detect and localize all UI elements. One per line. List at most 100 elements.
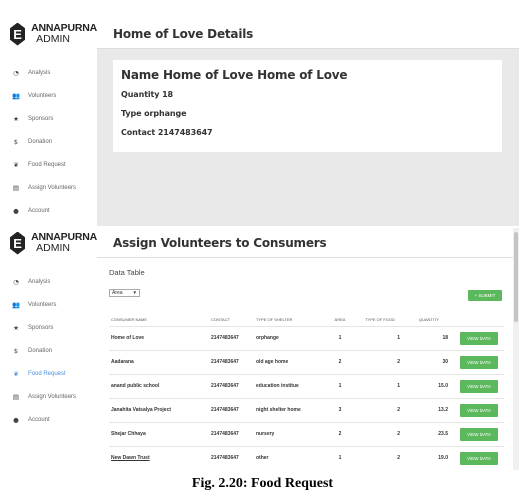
- table-cell: orphange: [254, 325, 324, 350]
- table-cell: Home of Love: [109, 325, 209, 350]
- user-icon: ●: [13, 415, 19, 424]
- table-cell: 1: [324, 325, 354, 350]
- table-cell: other: [254, 445, 324, 470]
- view-data-button[interactable]: VIEW DATA: [460, 451, 498, 465]
- table-cell: VIEW DATA: [452, 445, 504, 470]
- nav-list: ◔ Analysis 👥 Volunteers ★ Sponsors $ Donation ❦ F…: [5, 270, 97, 431]
- sidebar-item-label: Account: [28, 207, 50, 214]
- sidebar-item-label: Analysis: [28, 69, 51, 76]
- table-row: New Dawn Trust 2147483647 other 1 2 19.0 VIEW …: [109, 445, 504, 470]
- figure-caption: Fig. 2.20: Food Request: [191, 476, 334, 491]
- table-row: anand public school 2147483647 education i…: [109, 373, 504, 398]
- page-title: Assign Volunteers to Consumers: [113, 235, 327, 250]
- table-cell: Janahita Vatsalya Project: [109, 397, 209, 422]
- sidebar-item-analysis[interactable]: ◔ Analysis: [5, 270, 97, 293]
- sidebar-item-account[interactable]: ● Account: [5, 408, 97, 431]
- table-cell: 2: [354, 397, 404, 422]
- sidebar-item-label: Analysis: [28, 278, 51, 285]
- table-cell: VIEW DATA: [452, 349, 504, 374]
- brand-subtitle: ADMIN: [36, 242, 70, 254]
- table-cell: 2147483647: [209, 373, 254, 398]
- leaf-icon: ❦: [13, 160, 19, 169]
- detail-quantity: Quantity 18: [121, 90, 174, 99]
- sidebar-item-label: Donation: [28, 347, 53, 354]
- table-cell: education institue: [254, 373, 324, 398]
- table-cell: anand public school: [109, 373, 209, 398]
- scrollbar[interactable]: [513, 228, 519, 470]
- table-cell: 2: [354, 445, 404, 470]
- table-cell: New Dawn Trust: [109, 445, 209, 470]
- star-icon: ★: [13, 323, 19, 332]
- table-cell: 2: [354, 421, 404, 446]
- sidebar-item-label: Assign Volunteers: [28, 393, 77, 400]
- table-cell: 2147483647: [209, 325, 254, 350]
- assign-volunteers-screen: E ANNAPURNA ADMIN ◔ Analysis 👥 Volunteers ★ S…: [5, 228, 519, 470]
- table-cell: Shejar Chhaya: [109, 421, 209, 446]
- view-data-button[interactable]: VIEW DATA: [460, 331, 498, 345]
- sidebar-item-assign-volunteers[interactable]: ▤ Assign Volunteers: [5, 176, 97, 199]
- table-cell: 2: [324, 349, 354, 374]
- table-cell: old age home: [254, 349, 324, 374]
- nav-list: ◔ Analysis 👥 Volunteers ★ Sponsors $ Donation ❦ F…: [5, 61, 97, 222]
- column-header: TYPE OF FOOD: [365, 317, 395, 323]
- page-title: Home of Love Details: [113, 26, 254, 41]
- sidebar-item-label: Account: [28, 416, 50, 423]
- sidebar-item-volunteers[interactable]: 👥 Volunteers: [5, 84, 97, 107]
- dashboard-icon: ◔: [13, 68, 19, 77]
- sidebar: E ANNAPURNA ADMIN ◔ Analysis 👥 Volunteers ★ S…: [5, 19, 97, 226]
- table-row: Home of Love 2147483647 orphange 1 1 18 VIEW D…: [109, 325, 504, 350]
- table-cell: 30: [404, 349, 452, 374]
- table-row: Aadarana 2147483647 old age home 2 2 30 VIEW D…: [109, 349, 504, 374]
- table-cell: 2: [324, 421, 354, 446]
- sidebar-item-label: Donation: [28, 138, 53, 145]
- sidebar-item-account[interactable]: ● Account: [5, 199, 97, 222]
- sidebar-item-donation[interactable]: $ Donation: [5, 130, 97, 153]
- dollar-icon: $: [13, 137, 19, 146]
- sidebar-item-label: Sponsors: [28, 324, 54, 331]
- sidebar-item-label: Food Request: [28, 370, 66, 377]
- detail-type: Type orphange: [121, 109, 187, 118]
- sidebar-item-label: Assign Volunteers: [28, 184, 77, 191]
- sidebar-item-sponsors[interactable]: ★ Sponsors: [5, 107, 97, 130]
- sidebar-item-food-request[interactable]: ❦ Food Request: [5, 153, 97, 176]
- table-cell: 1: [354, 325, 404, 350]
- sidebar-item-volunteers[interactable]: 👥 Volunteers: [5, 293, 97, 316]
- sidebar-item-food-request[interactable]: ❦ Food Request: [5, 362, 97, 385]
- column-header: QUANTITY: [418, 317, 440, 323]
- table-cell: 1: [324, 373, 354, 398]
- table-cell: Aadarana: [109, 349, 209, 374]
- details-card: Name Home of Love Home of Love Quantity …: [113, 60, 502, 152]
- users-icon: 👥: [11, 300, 21, 309]
- sidebar-item-label: Volunteers: [28, 301, 57, 308]
- sidebar-item-donation[interactable]: $ Donation: [5, 339, 97, 362]
- table-cell: 15.0: [404, 373, 452, 398]
- table-cell: VIEW DATA: [452, 373, 504, 398]
- chevron-down-icon: ▼: [132, 290, 137, 295]
- area-filter-select[interactable]: Area ▼: [109, 289, 140, 297]
- view-data-button[interactable]: VIEW DATA: [460, 427, 498, 441]
- brand-logo[interactable]: E ANNAPURNA ADMIN: [5, 19, 97, 49]
- view-data-button[interactable]: VIEW DATA: [460, 355, 498, 369]
- brand-subtitle: ADMIN: [36, 33, 70, 45]
- column-header: CONTACT: [211, 317, 231, 323]
- sidebar-item-label: Food Request: [28, 161, 66, 168]
- detail-contact: Contact 2147483647: [121, 128, 213, 137]
- submit-button[interactable]: + SUBMIT: [468, 290, 502, 301]
- sidebar: E ANNAPURNA ADMIN ◔ Analysis 👥 Volunteers ★ S…: [5, 228, 97, 470]
- sidebar-item-sponsors[interactable]: ★ Sponsors: [5, 316, 97, 339]
- table-cell: 2147483647: [209, 421, 254, 446]
- view-data-button[interactable]: VIEW DATA: [460, 403, 498, 417]
- star-icon: ★: [13, 114, 19, 123]
- table-cell: 18: [404, 325, 452, 350]
- scrollbar-thumb[interactable]: [514, 232, 518, 322]
- table-cell: night shelter home: [254, 397, 324, 422]
- brand-logo[interactable]: E ANNAPURNA ADMIN: [5, 228, 97, 258]
- sidebar-item-analysis[interactable]: ◔ Analysis: [5, 61, 97, 84]
- sidebar-item-assign-volunteers[interactable]: ▤ Assign Volunteers: [5, 385, 97, 408]
- consumers-table: CONSUMER NAME CONTACT TYPE OF SHELTER AREA T…: [109, 314, 504, 470]
- data-table-card: Data Table Area ▼ + SUBMIT CONSUMER NAME…: [97, 258, 513, 470]
- view-data-button[interactable]: VIEW DATA: [460, 379, 498, 393]
- home-of-love-details-screen: E ANNAPURNA ADMIN ◔ Analysis 👥 Volunteers ★ S…: [5, 19, 519, 226]
